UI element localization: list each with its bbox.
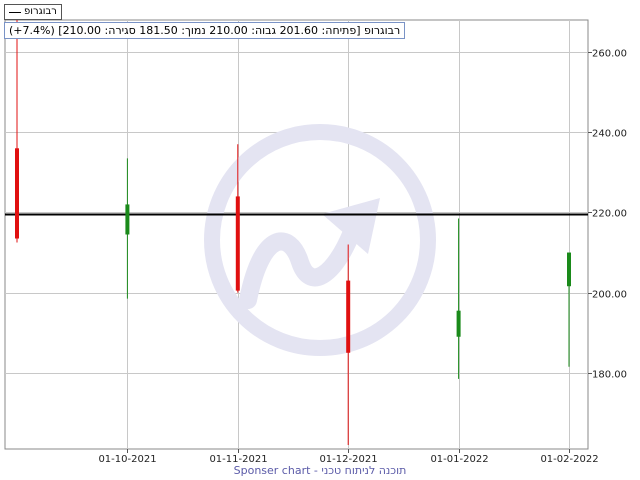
y-tick-label: 200.00	[592, 290, 627, 301]
legend: רבוגרופ	[4, 4, 62, 20]
candle-body	[346, 280, 351, 353]
candle-body	[567, 252, 571, 287]
candle-body	[456, 310, 461, 337]
y-axis: 180.00 200.00 220.00 240.00 260.00	[588, 49, 627, 381]
y-tick-label: 240.00	[592, 129, 627, 140]
plot-area	[4, 19, 589, 450]
y-tick-label: 220.00	[592, 209, 627, 220]
candlestick-chart: 180.00 200.00 220.00 240.00 260.00 01-10-202…	[4, 19, 627, 465]
y-tick-label: 180.00	[592, 370, 627, 381]
footer-credit: Sponser chart - תוכנה לניתוח טכני	[233, 464, 407, 477]
candle-body	[125, 204, 130, 235]
candle-body	[15, 148, 19, 239]
x-axis: 01-10-2021 01-11-2021 01-12-2021 01-01-2022…	[98, 449, 599, 465]
legend-label: רבוגרופ	[24, 6, 57, 17]
ohlc-info-label: רבוגרופ [פתיחה: 201.60 גבוה: 210.00 נמוך…	[4, 22, 406, 39]
y-tick-label: 260.00	[592, 49, 627, 60]
legend-line-icon	[9, 11, 21, 13]
candle-body	[235, 196, 240, 291]
